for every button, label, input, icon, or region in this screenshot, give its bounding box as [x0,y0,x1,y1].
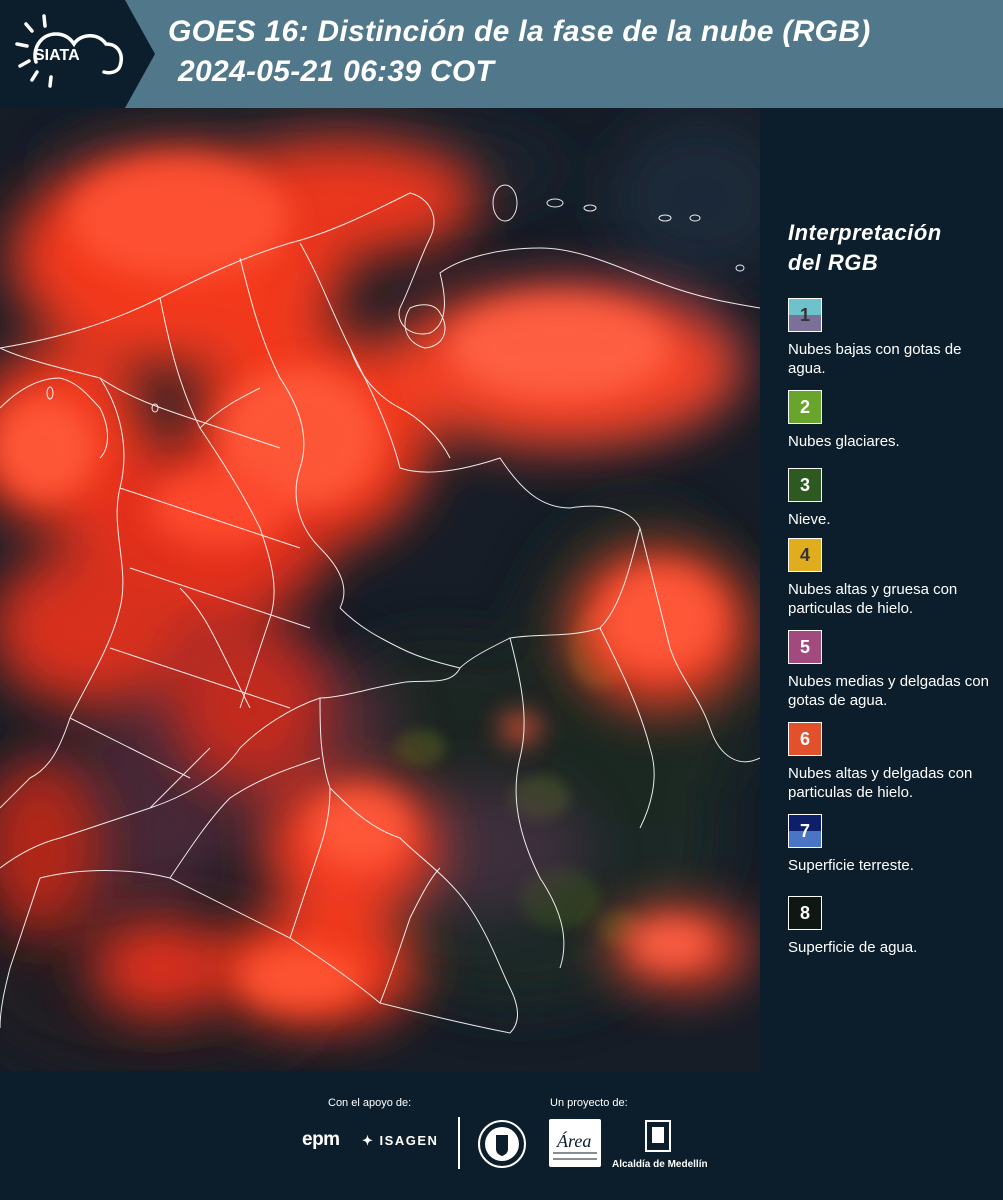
support-label: Con el apoyo de: [328,1097,412,1109]
isagen-mark-icon: ✦ [362,1133,375,1148]
page-title: GOES 16: Distinción de la fase de la nub… [168,12,871,92]
legend-label: Superficie terreste. [788,857,914,874]
legend-number: 4 [799,544,810,565]
legend-item: 4 Nubes altas y gruesa con particulas de … [788,538,993,618]
legend-number: 8 [799,902,810,923]
header: SIATA GOES 16: Distinción de la fase de … [0,0,1003,108]
legend-swatch: 3 [788,468,822,502]
seal-logo-icon [478,1120,526,1168]
svg-text:Área: Área [556,1130,591,1151]
amva-mark-icon: Área [553,1130,597,1160]
legend-label: Nubes altas y delgadas con particulas de… [788,765,973,801]
footer-divider [458,1117,460,1169]
legend-item: 7 Superficie terreste. [788,814,993,875]
legend-label: Nubes altas y gruesa con particulas de h… [788,581,958,617]
legend-number: 7 [799,820,810,841]
legend-label: Nubes bajas con gotas de agua. [788,341,962,377]
legend-number: 1 [799,304,810,325]
area-metropolitana-logo: Área [549,1119,601,1167]
legend-item: 6 Nubes altas y delgadas con particulas d… [788,722,993,802]
legend-title: Interpretación del RGB [788,218,942,278]
legend-panel: Interpretación del RGB 1 Nubes bajas con … [760,108,1003,1071]
legend-item: 2 Nubes glaciares. [788,390,993,451]
siata-logo: SIATA [14,14,126,94]
legend-swatch: 7 [788,814,822,848]
legend-swatch: 5 [788,630,822,664]
legend-number: 6 [799,728,810,749]
svg-text:SIATA: SIATA [34,47,80,64]
legend-title-line-2: del RGB [788,250,879,275]
isagen-logo: ✦ ISAGEN [362,1133,438,1149]
rgb-composite-image [0,108,760,1071]
title-line-2: 2024-05-21 06:39 COT [178,55,495,88]
legend-item: 5 Nubes medias y delgadas con gotas de ag… [788,630,993,710]
legend-swatch: 2 [788,390,822,424]
legend-swatch: 6 [788,722,822,756]
legend-number: 3 [799,474,810,495]
sun-cloud-icon: SIATA [15,14,123,88]
satellite-map [0,108,760,1071]
legend-number: 5 [799,636,810,657]
legend-label: Nieve. [788,511,831,528]
footer: Con el apoyo de: Un proyecto de: epm ✦ I… [0,1071,1003,1200]
header-arrow-shape [125,0,155,108]
legend-item: 8 Superficie de agua. [788,896,993,957]
legend-item: 1 Nubes bajas con gotas de agua. [788,298,993,378]
legend-swatch: 1 [788,298,822,332]
isagen-text: ISAGEN [379,1133,439,1148]
legend-label: Nubes glaciares. [788,433,900,450]
title-line-1: GOES 16: Distinción de la fase de la nub… [168,15,871,48]
legend-number: 2 [799,396,810,417]
alcaldia-text: Alcaldía de Medellín [612,1159,708,1170]
legend-item: 3 Nieve. [788,468,993,529]
epm-logo: epm [302,1129,340,1150]
legend-label: Superficie de agua. [788,939,918,956]
legend-swatch: 4 [788,538,822,572]
project-label: Un proyecto de: [550,1097,628,1109]
legend-label: Nubes medias y delgadas con gotas de agu… [788,673,989,709]
legend-title-line-1: Interpretación [788,220,942,245]
legend-swatch: 8 [788,896,822,930]
alcaldia-shield-icon [645,1120,671,1152]
